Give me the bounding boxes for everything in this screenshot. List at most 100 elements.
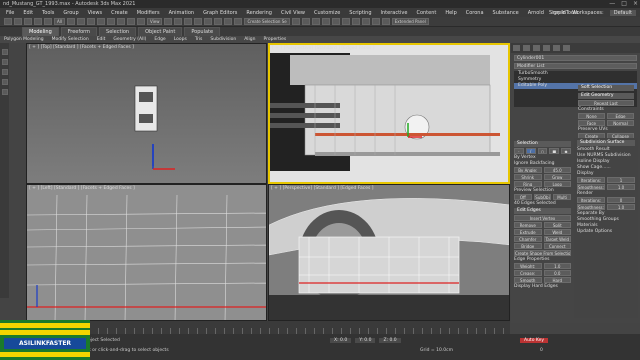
current-frame-field[interactable]: 0 <box>540 348 543 353</box>
render-smoothness-spinner[interactable]: 1.0 <box>607 204 635 210</box>
bind-spacewarp-icon[interactable] <box>44 18 52 25</box>
edit-named-selection-icon[interactable] <box>234 18 243 25</box>
split-button[interactable]: Split <box>543 222 571 228</box>
ribbon-align[interactable]: Align <box>244 37 255 42</box>
hierarchy-tab-icon[interactable] <box>533 45 540 51</box>
subdivision-surface-rollout[interactable]: Subdivision Surface <box>577 140 635 146</box>
tab-populate[interactable]: Populate <box>184 27 221 36</box>
tab-object-paint[interactable]: Object Paint <box>138 27 183 36</box>
modify-icon[interactable] <box>1 59 8 65</box>
menu-civil-view[interactable]: Civil View <box>281 10 305 16</box>
remove-button[interactable]: Remove <box>514 222 542 228</box>
weight-spinner[interactable]: 1.0 <box>543 263 571 269</box>
constraint-edge-radio[interactable]: Edge <box>607 113 634 119</box>
create-shape-button[interactable]: Create Shape From Selection <box>514 250 571 256</box>
smooth-button[interactable]: Smooth <box>514 277 542 283</box>
target-weld-button[interactable]: Target Weld <box>543 236 571 242</box>
chamfer-button[interactable]: Chamfer <box>514 236 542 242</box>
crease-spinner[interactable]: 0.0 <box>543 270 571 276</box>
create-icon[interactable] <box>1 49 8 55</box>
tab-freeform[interactable]: Freeform <box>60 27 98 36</box>
constraint-normal-radio[interactable]: Normal <box>607 120 634 126</box>
ribbon-subdivision[interactable]: Subdivision <box>210 37 236 42</box>
viewport-top[interactable]: [ + ] [Top] [Standard ] [Facets + Edged … <box>26 43 267 184</box>
mirror-icon[interactable] <box>291 18 300 25</box>
menu-file[interactable]: File <box>6 10 14 16</box>
loop-button[interactable]: Loop <box>543 181 571 187</box>
named-selection-dropdown[interactable]: Create Selection Se <box>244 18 290 25</box>
constraint-none-radio[interactable]: None <box>578 113 605 119</box>
object-name-field[interactable]: Cylinder001 <box>514 55 637 61</box>
curve-editor-icon[interactable] <box>331 18 340 25</box>
isoline-display-checkbox[interactable]: Isoline Display <box>577 159 635 164</box>
ribbon-edit[interactable]: Edit <box>97 37 106 42</box>
preserve-uvs-checkbox[interactable]: Preserve UVs <box>578 127 634 132</box>
menu-tools[interactable]: Tools <box>42 10 54 16</box>
z-coordinate-field[interactable]: Z: 0.0 <box>379 338 401 343</box>
rotate-icon[interactable] <box>116 18 125 25</box>
menu-group[interactable]: Group <box>63 10 78 16</box>
viewport-perspective-active[interactable]: [ + ] [Perspective] [Standard ] [Edged F… <box>268 43 510 184</box>
angle-snap-icon[interactable] <box>204 18 213 25</box>
by-angle-checkbox[interactable]: By Angle: <box>514 167 542 173</box>
timeline[interactable]: 0 / 100 <box>26 321 510 334</box>
pivot-center-icon[interactable] <box>164 18 173 25</box>
display-smoothness-spinner[interactable]: 1.0 <box>607 184 635 190</box>
use-nurms-checkbox[interactable]: Use NURMS Subdivision <box>577 153 635 158</box>
viewport-label-perspective-2[interactable]: [ + ] [Perspective] [Standard ] [Edged F… <box>271 186 374 191</box>
spinner-snap-icon[interactable] <box>224 18 233 25</box>
menu-animation[interactable]: Animation <box>169 10 195 16</box>
y-coordinate-field[interactable]: Y: 0.0 <box>355 338 376 343</box>
preview-off-radio[interactable]: Off <box>514 194 532 200</box>
toggle-ribbon-icon[interactable] <box>321 18 330 25</box>
menu-rendering[interactable]: Rendering <box>246 10 272 16</box>
ring-button[interactable]: Ring <box>514 181 542 187</box>
minimize-button[interactable]: — <box>609 0 615 7</box>
extrude-button[interactable]: Extrude <box>514 229 542 235</box>
connect-button[interactable]: Connect <box>543 243 571 249</box>
display-iterations-spinner[interactable]: 1 <box>607 177 635 183</box>
ribbon-geometry-all[interactable]: Geometry (All) <box>113 37 146 42</box>
auto-key-button[interactable]: Auto Key <box>520 338 549 343</box>
ribbon-tris[interactable]: Tris <box>195 37 203 42</box>
ribbon-modify-selection[interactable]: Modify Selection <box>52 37 89 42</box>
menu-arnold[interactable]: Arnold <box>528 10 544 16</box>
selection-rollout[interactable]: Selection <box>514 141 571 147</box>
menu-interactive[interactable]: Interactive <box>381 10 408 16</box>
menu-graph-editors[interactable]: Graph Editors <box>203 10 237 16</box>
motion-icon[interactable] <box>1 79 8 85</box>
window-crossing-icon[interactable] <box>96 18 105 25</box>
menu-customize[interactable]: Customize <box>314 10 340 16</box>
shrink-button[interactable]: Shrink <box>514 174 542 180</box>
constraint-face-radio[interactable]: Face <box>578 120 605 126</box>
motion-tab-icon[interactable] <box>543 45 550 51</box>
border-mode-icon[interactable]: ○ <box>537 148 548 154</box>
by-vertex-checkbox[interactable]: By Vertex <box>514 155 571 160</box>
preview-multi-radio[interactable]: Multi <box>553 194 572 200</box>
viewport-left[interactable]: [ + ] [Left] [Standard ] [Facets + Edged… <box>26 184 267 321</box>
ribbon-polygon-modeling[interactable]: Polygon Modeling <box>4 37 44 42</box>
utilities-tab-icon[interactable] <box>563 45 570 51</box>
edit-geometry-rollout[interactable]: Edit Geometry <box>578 93 634 99</box>
edge-mode-icon[interactable]: / <box>525 148 536 154</box>
menu-create[interactable]: Create <box>111 10 128 16</box>
schematic-view-icon[interactable] <box>341 18 350 25</box>
menu-views[interactable]: Views <box>88 10 102 16</box>
hierarchy-icon[interactable] <box>1 69 8 75</box>
modify-tab-icon[interactable] <box>523 45 530 51</box>
menu-help[interactable]: Help <box>445 10 456 16</box>
select-by-name-icon[interactable] <box>76 18 85 25</box>
display-hard-edges-checkbox[interactable]: Display Hard Edges <box>514 284 571 289</box>
show-cage-checkbox[interactable]: Show Cage...... <box>577 165 635 170</box>
ribbon-properties[interactable]: Properties <box>263 37 286 42</box>
bridge-button[interactable]: Bridge <box>514 243 542 249</box>
create-tab-icon[interactable] <box>513 45 520 51</box>
snaps-toggle-icon[interactable] <box>194 18 203 25</box>
menu-modifiers[interactable]: Modifiers <box>137 10 160 16</box>
ignore-backfacing-checkbox[interactable]: Ignore Backfacing <box>514 161 571 166</box>
display-tab-icon[interactable] <box>553 45 560 51</box>
maximize-button[interactable]: □ <box>621 0 627 7</box>
placement-icon[interactable] <box>136 18 145 25</box>
smoothing-groups-checkbox[interactable]: Smoothing Groups <box>577 217 635 222</box>
tab-selection[interactable]: Selection <box>99 27 137 36</box>
